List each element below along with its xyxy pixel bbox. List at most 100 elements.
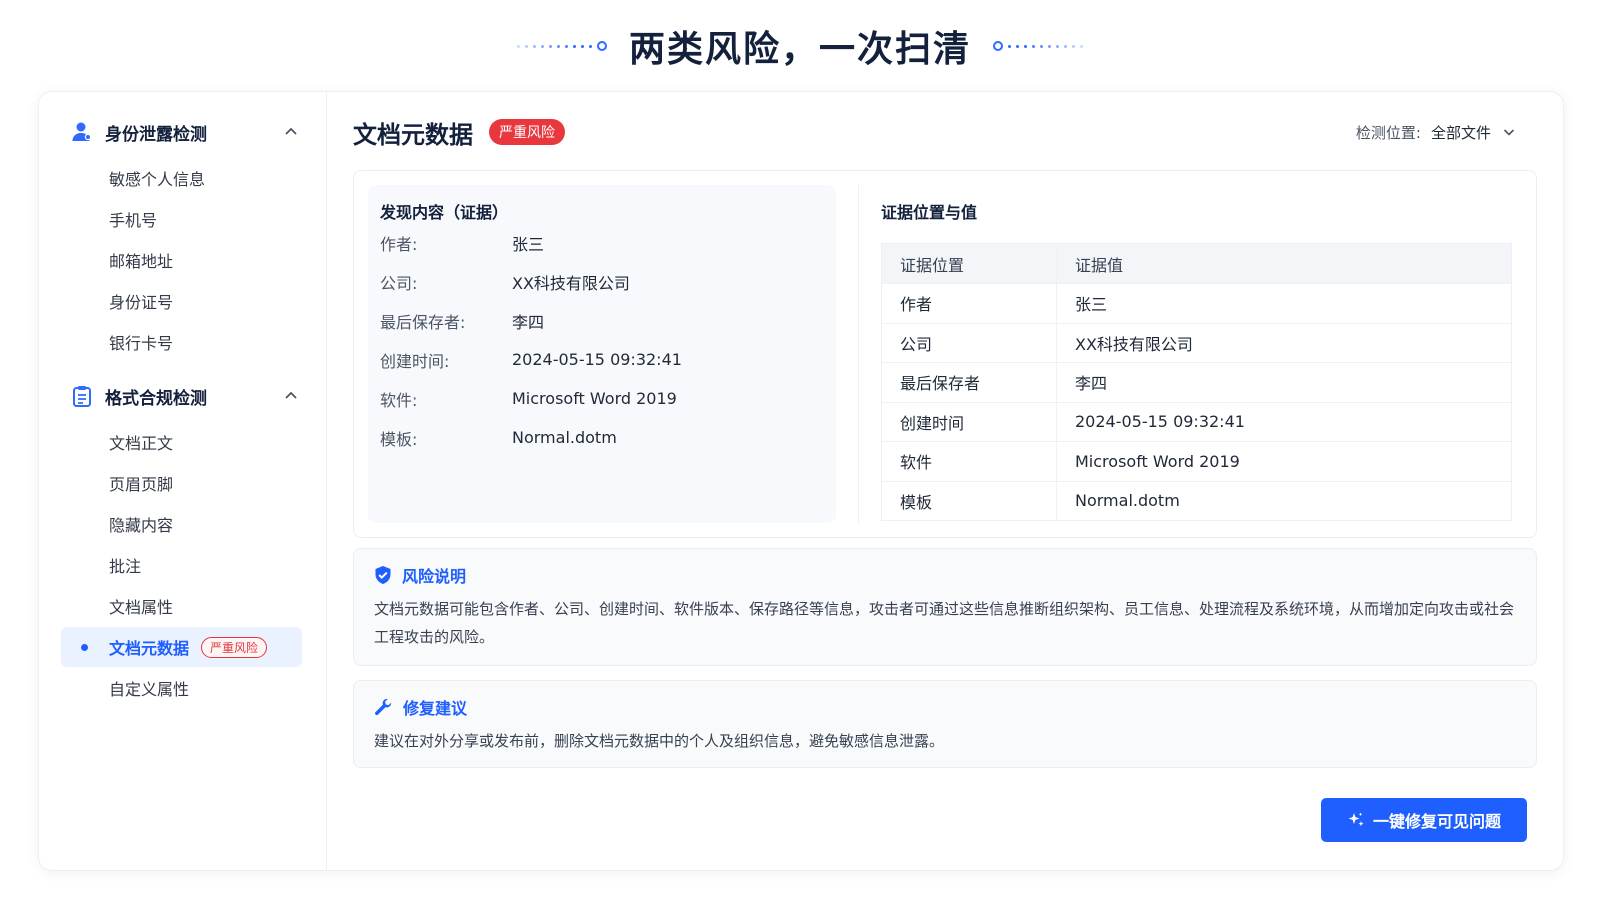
table-cell: 李四 xyxy=(1056,362,1512,402)
sidebar-item-label: 批注 xyxy=(109,557,142,576)
table-cell: Normal.dotm xyxy=(1056,480,1512,521)
table-header-row: 证据位置 证据值 xyxy=(881,243,1512,284)
sidebar-item-label: 邮箱地址 xyxy=(109,252,174,271)
sidebar-item-phone[interactable]: 手机号 xyxy=(61,199,302,239)
chevron-up-icon[interactable] xyxy=(282,123,300,141)
main-panel: 文档元数据 严重风险 检测位置: 全部文件 发现内容（证据） 作者: 张三 公司:… xyxy=(327,92,1563,870)
column-header-location: 证据位置 xyxy=(881,243,1057,284)
table-row: 软件 Microsoft Word 2019 xyxy=(881,441,1512,481)
found-value: Microsoft Word 2019 xyxy=(512,389,677,408)
found-row: 公司: XX科技有限公司 xyxy=(380,262,824,301)
table-cell: 公司 xyxy=(881,322,1057,363)
fix-text: 建议在对外分享或发布前，删除文档元数据中的个人及组织信息，避免敏感信息泄露。 xyxy=(374,732,945,750)
found-value: 李四 xyxy=(512,312,545,332)
found-row: 最后保存者: 李四 xyxy=(380,301,824,340)
sidebar-item-body[interactable]: 文档正文 xyxy=(61,422,302,462)
sidebar-item-label: 隐藏内容 xyxy=(109,516,174,535)
found-key: 模板: xyxy=(380,429,418,449)
main-header: 文档元数据 严重风险 检测位置: 全部文件 xyxy=(353,114,1537,150)
divider xyxy=(858,185,859,523)
sidebar-item-header-footer[interactable]: 页眉页脚 xyxy=(61,463,302,503)
risk-title: 风险说明 xyxy=(402,567,467,586)
found-key: 公司: xyxy=(380,273,418,293)
sidebar-item-comments[interactable]: 批注 xyxy=(61,545,302,585)
sidebar-item-label: 身份证号 xyxy=(109,293,174,312)
fix-header: 修复建议 xyxy=(374,695,1516,719)
table-cell: 作者 xyxy=(881,283,1057,323)
found-row: 软件: Microsoft Word 2019 xyxy=(380,379,824,418)
shield-check-icon xyxy=(375,566,391,584)
sidebar-item-label: 文档正文 xyxy=(109,434,174,453)
sidebar-item-email[interactable]: 邮箱地址 xyxy=(61,240,302,280)
chevron-up-icon[interactable] xyxy=(282,387,300,405)
found-value: 张三 xyxy=(512,234,545,254)
found-row: 作者: 张三 xyxy=(380,223,824,262)
group-title-identity: 身份泄露检测 xyxy=(105,124,207,145)
left-dots-decoration xyxy=(516,41,607,51)
fix-button-label: 一键修复可见问题 xyxy=(1372,812,1501,831)
location-label: 检测位置: xyxy=(1355,123,1421,142)
wrench-icon xyxy=(375,698,392,715)
sidebar-item-sensitive-info[interactable]: 敏感个人信息 xyxy=(61,158,302,198)
sidebar-item-label: 页眉页脚 xyxy=(109,475,174,494)
found-key: 作者: xyxy=(380,234,418,254)
table-cell: XX科技有限公司 xyxy=(1056,322,1512,363)
found-key: 软件: xyxy=(380,390,418,410)
found-row: 创建时间: 2024-05-15 09:32:41 xyxy=(380,340,824,379)
sidebar-item-label: 文档元数据 xyxy=(109,639,190,658)
sidebar-item-id-number[interactable]: 身份证号 xyxy=(61,281,302,321)
evidence-title: 证据位置与值 xyxy=(881,203,978,222)
sidebar-item-label: 文档属性 xyxy=(109,598,174,617)
table-row: 创建时间 2024-05-15 09:32:41 xyxy=(881,401,1512,442)
status-badge: 严重风险 xyxy=(201,636,268,658)
clipboard-icon xyxy=(69,383,95,409)
sidebar-item-hidden-content[interactable]: 隐藏内容 xyxy=(61,504,302,544)
risk-description-box: 风险说明 文档元数据可能包含作者、公司、创建时间、软件版本、保存路径等信息，攻击… xyxy=(353,548,1537,666)
hero-header: 两类风险，一次扫清 xyxy=(0,18,1600,74)
fix-suggestion-box: 修复建议 建议在对外分享或发布前，删除文档元数据中的个人及组织信息，避免敏感信息… xyxy=(353,680,1537,768)
severity-badge: 严重风险 xyxy=(489,119,565,145)
found-key: 最后保存者: xyxy=(380,312,466,332)
right-dots-decoration xyxy=(993,41,1083,51)
chevron-down-icon xyxy=(1503,129,1515,136)
table-cell: 软件 xyxy=(881,441,1057,481)
location-value: 全部文件 xyxy=(1430,123,1491,142)
page-title: 文档元数据 xyxy=(353,120,473,149)
sidebar-item-label: 手机号 xyxy=(109,211,158,230)
risk-text: 文档元数据可能包含作者、公司、创建时间、软件版本、保存路径等信息，攻击者可通过这… xyxy=(374,600,1515,646)
found-row: 模板: Normal.dotm xyxy=(380,418,824,457)
table-cell: Microsoft Word 2019 xyxy=(1056,441,1512,481)
main-card: 身份泄露检测 敏感个人信息 手机号 邮箱地址 身份证号 银行卡号 格式合规检测 … xyxy=(38,91,1564,871)
group-header-format[interactable]: 格式合规检测 xyxy=(61,380,302,412)
sidebar-item-label: 银行卡号 xyxy=(109,334,174,353)
table-cell: 最后保存者 xyxy=(881,362,1057,402)
one-click-fix-button[interactable]: 一键修复可见问题 xyxy=(1321,798,1527,842)
table-cell: 模板 xyxy=(881,480,1057,521)
found-value: 2024-05-15 09:32:41 xyxy=(512,350,682,369)
sidebar-item-doc-properties[interactable]: 文档属性 xyxy=(61,586,302,626)
sidebar-group-format: 格式合规检测 文档正文 页眉页脚 隐藏内容 批注 文档属性 文档元数据 严重风险… xyxy=(61,380,302,708)
sidebar-item-doc-metadata[interactable]: 文档元数据 严重风险 xyxy=(61,627,302,667)
fix-title: 修复建议 xyxy=(403,699,468,718)
table-cell: 2024-05-15 09:32:41 xyxy=(1056,401,1512,442)
sidebar-group-identity: 身份泄露检测 敏感个人信息 手机号 邮箱地址 身份证号 银行卡号 xyxy=(61,116,302,362)
found-key: 创建时间: xyxy=(380,351,450,371)
table-row: 模板 Normal.dotm xyxy=(881,480,1512,521)
table-cell: 张三 xyxy=(1056,283,1512,323)
group-header-identity[interactable]: 身份泄露检测 xyxy=(61,116,302,148)
risk-header: 风险说明 xyxy=(374,563,1516,587)
table-row: 最后保存者 李四 xyxy=(881,362,1512,402)
sidebar-item-bank-card[interactable]: 银行卡号 xyxy=(61,322,302,362)
evidence-section: 发现内容（证据） 作者: 张三 公司: XX科技有限公司 最后保存者: 李四 创建时间… xyxy=(353,170,1537,538)
found-value: XX科技有限公司 xyxy=(512,273,630,293)
group-title-format: 格式合规检测 xyxy=(105,388,207,409)
table-row: 公司 XX科技有限公司 xyxy=(881,322,1512,363)
sidebar-item-custom-properties[interactable]: 自定义属性 xyxy=(61,668,302,708)
sidebar: 身份泄露检测 敏感个人信息 手机号 邮箱地址 身份证号 银行卡号 格式合规检测 … xyxy=(39,92,327,870)
table-row: 作者 张三 xyxy=(881,283,1512,323)
location-dropdown[interactable]: 检测位置: 全部文件 xyxy=(1356,122,1517,143)
sidebar-item-label: 敏感个人信息 xyxy=(109,170,206,189)
hero-title: 两类风险，一次扫清 xyxy=(628,29,971,70)
found-value: Normal.dotm xyxy=(512,428,617,447)
sidebar-item-label: 自定义属性 xyxy=(109,680,190,699)
